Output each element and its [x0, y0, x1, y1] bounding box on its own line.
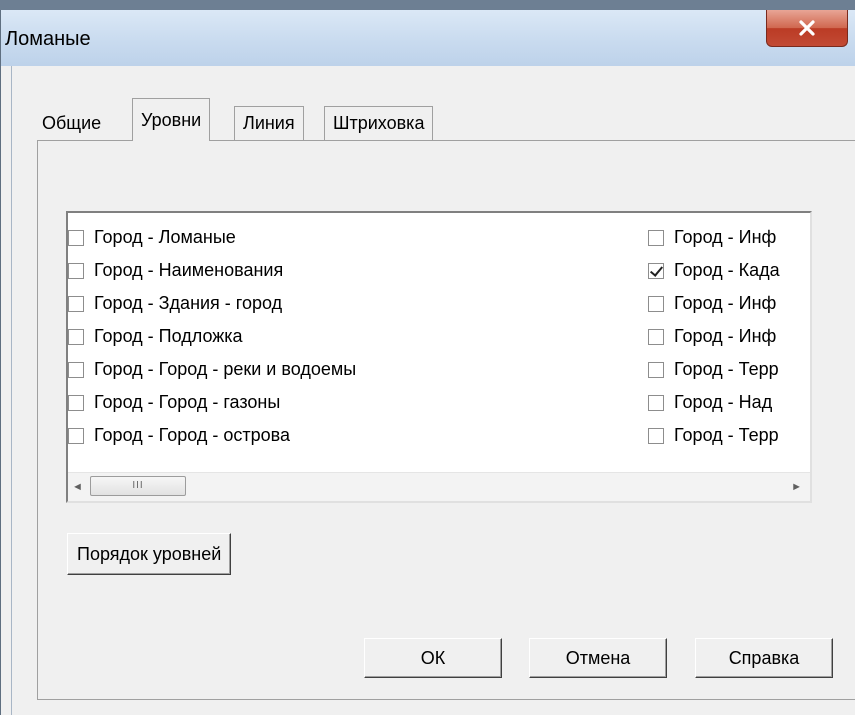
levels-column-left: Город - Ломаные Город - Наименования Город… [68, 221, 356, 452]
level-list-item[interactable]: Город - Здания - город [68, 287, 356, 320]
checkbox[interactable] [68, 394, 84, 411]
scroll-right-arrow-icon[interactable]: ► [791, 481, 802, 493]
level-list-item[interactable]: Город - Над [648, 386, 810, 419]
tab-label: Общие [42, 112, 102, 133]
checkbox[interactable] [68, 262, 84, 279]
checkbox[interactable] [68, 295, 84, 312]
tab-label: Уровни [141, 109, 202, 130]
scroll-thumb[interactable]: III [90, 476, 186, 496]
level-label: Город - Город - газоны [94, 392, 281, 412]
checkbox[interactable] [648, 361, 664, 378]
tab-general[interactable]: Общие [34, 106, 109, 140]
cancel-button[interactable]: Отмена [529, 638, 667, 678]
level-list-item[interactable]: Город - Инф [648, 221, 810, 254]
levels-list[interactable]: Город - Ломаные Город - Наименования Город… [66, 211, 812, 503]
help-button[interactable]: Справка [695, 638, 833, 678]
level-list-item[interactable]: Город - Терр [648, 353, 810, 386]
level-label: Город - Када [674, 260, 780, 280]
level-list-item[interactable]: Город - Город - реки и водоемы [68, 353, 356, 386]
title-bar[interactable]: Ломаные [1, 10, 855, 66]
level-list-item[interactable]: Город - Инф [648, 287, 810, 320]
checkbox[interactable] [648, 394, 664, 411]
level-label: Город - Город - реки и водоемы [94, 359, 357, 379]
level-label: Город - Наименования [94, 260, 284, 280]
level-list-item[interactable]: Город - Город - острова [68, 419, 356, 452]
level-label: Город - Инф [674, 227, 777, 247]
level-label: Город - Ломаные [94, 227, 236, 247]
tab-label: Штриховка [333, 113, 425, 133]
levels-column-right: Город - Инф Город - Када Город - Инф Город … [648, 221, 810, 452]
dialog-window: Ломаные Общие Уровни Линия Штриховка Гор… [0, 10, 855, 715]
checkbox[interactable] [648, 229, 664, 246]
tab-label: Линия [243, 113, 295, 133]
level-label: Город - Подложка [94, 326, 243, 346]
tab-levels[interactable]: Уровни [132, 98, 211, 141]
close-button[interactable] [766, 10, 848, 47]
level-order-button[interactable]: Порядок уровней [67, 533, 232, 575]
level-list-item[interactable]: Город - Наименования [68, 254, 356, 287]
level-label: Город - Терр [674, 359, 779, 379]
checkbox[interactable] [68, 427, 84, 444]
scroll-left-arrow-icon[interactable]: ◄ [72, 481, 83, 493]
level-list-item[interactable]: Город - Город - газоны [68, 386, 356, 419]
level-list-item[interactable]: Город - Подложка [68, 320, 356, 353]
checkbox-checked[interactable] [648, 262, 664, 279]
close-icon [799, 20, 815, 36]
level-label: Город - Здания - город [94, 293, 283, 313]
level-list-item[interactable]: Город - Терр [648, 419, 810, 452]
level-label: Город - Город - острова [94, 425, 291, 445]
horizontal-scrollbar[interactable]: ◄ III ► [68, 472, 810, 501]
checkbox[interactable] [648, 295, 664, 312]
level-label: Город - Инф [674, 326, 777, 346]
level-label: Город - Инф [674, 293, 777, 313]
tab-panel-levels: Город - Ломаные Город - Наименования Город… [37, 140, 855, 700]
tab-line[interactable]: Линия [234, 106, 304, 140]
window-title: Ломаные [5, 28, 91, 50]
level-list-item[interactable]: Город - Ломаные [68, 221, 356, 254]
scroll-grip: III [132, 480, 144, 491]
checkbox[interactable] [68, 229, 84, 246]
checkbox[interactable] [68, 328, 84, 345]
level-list-item[interactable]: Город - Инф [648, 320, 810, 353]
checkbox[interactable] [68, 361, 84, 378]
level-label: Город - Терр [674, 425, 779, 445]
tab-hatching[interactable]: Штриховка [324, 106, 434, 140]
dialog-client-area: Общие Уровни Линия Штриховка Город - Лом… [11, 66, 855, 715]
checkbox[interactable] [648, 328, 664, 345]
checkbox[interactable] [648, 427, 664, 444]
level-label: Город - Над [674, 392, 773, 412]
ok-button[interactable]: ОК [364, 638, 502, 678]
level-list-item[interactable]: Город - Када [648, 254, 810, 287]
